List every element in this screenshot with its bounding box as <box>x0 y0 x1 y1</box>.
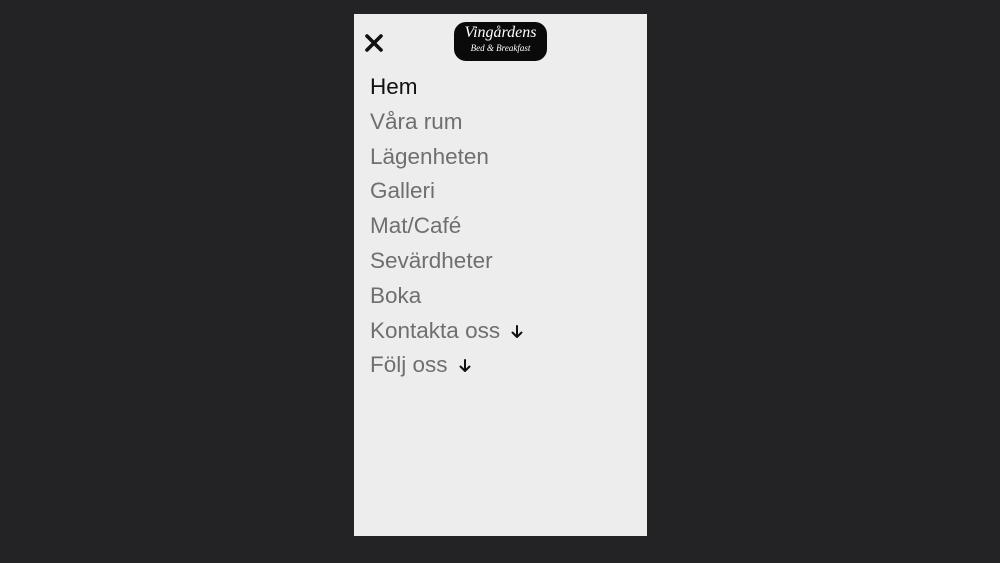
nav-link-hem[interactable]: Hem <box>370 74 418 99</box>
main-nav: Hem Våra rum Lägenheten Galleri Mat/Café… <box>370 70 524 383</box>
nav-item-mat-cafe[interactable]: Mat/Café <box>370 209 524 244</box>
nav-link-mat-cafe[interactable]: Mat/Café <box>370 213 461 238</box>
nav-link-folj-oss[interactable]: Följ oss <box>370 352 448 377</box>
arrow-down-icon[interactable] <box>458 358 472 374</box>
site-logo[interactable]: Vingårdens Bed & Breakfast <box>454 22 547 61</box>
logo-title: Vingårdens <box>464 24 537 41</box>
close-menu-button[interactable] <box>363 32 385 54</box>
logo-subtitle: Bed & Breakfast <box>470 43 531 53</box>
nav-item-sevardheter[interactable]: Sevärdheter <box>370 244 524 279</box>
nav-link-galleri[interactable]: Galleri <box>370 178 435 203</box>
nav-item-galleri[interactable]: Galleri <box>370 174 524 209</box>
nav-item-folj-oss[interactable]: Följ oss <box>370 348 524 383</box>
nav-link-sevardheter[interactable]: Sevärdheter <box>370 248 493 273</box>
nav-link-kontakta-oss[interactable]: Kontakta oss <box>370 318 500 343</box>
nav-link-lagenheten[interactable]: Lägenheten <box>370 144 489 169</box>
nav-link-vara-rum[interactable]: Våra rum <box>370 109 463 134</box>
arrow-down-icon[interactable] <box>510 324 524 340</box>
nav-item-lagenheten[interactable]: Lägenheten <box>370 140 524 175</box>
close-icon <box>365 34 383 52</box>
mobile-menu-panel: Vingårdens Bed & Breakfast Hem Våra rum … <box>354 14 647 536</box>
nav-item-vara-rum[interactable]: Våra rum <box>370 105 524 140</box>
nav-item-kontakta-oss[interactable]: Kontakta oss <box>370 314 524 349</box>
nav-link-boka[interactable]: Boka <box>370 283 421 308</box>
nav-item-hem[interactable]: Hem <box>370 70 524 105</box>
nav-item-boka[interactable]: Boka <box>370 279 524 314</box>
